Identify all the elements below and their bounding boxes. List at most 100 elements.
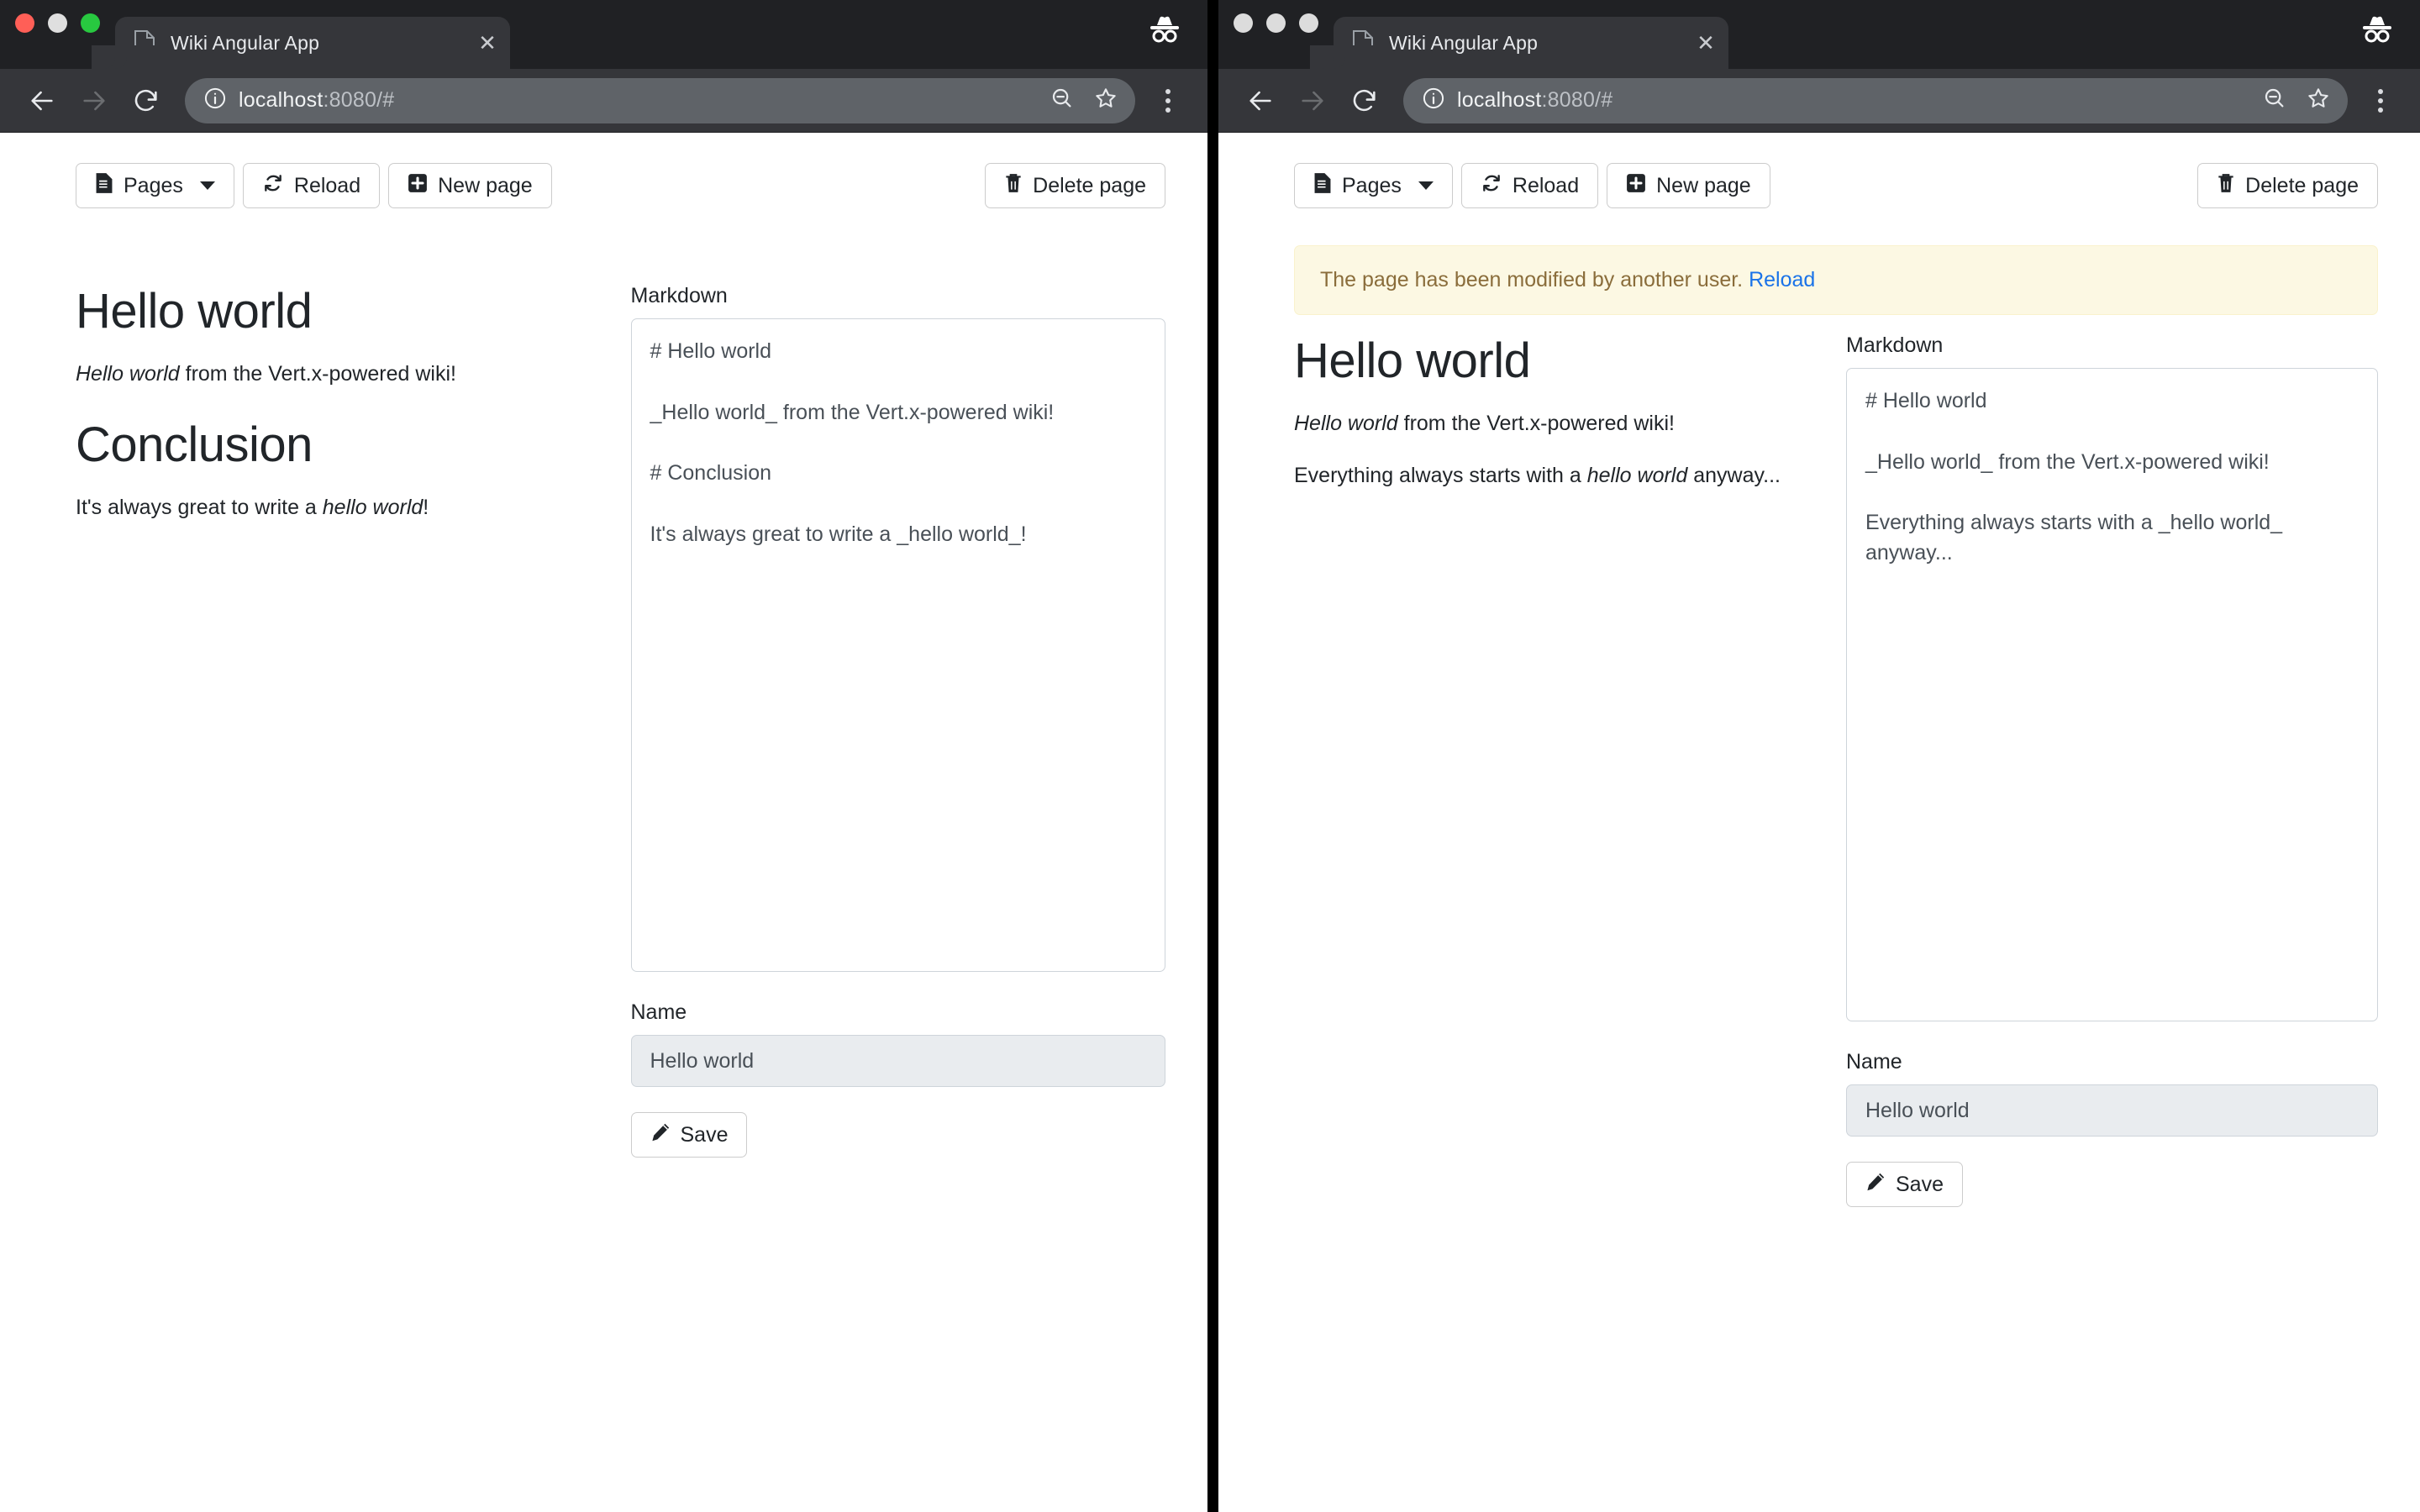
delete-page-button[interactable]: Delete page — [2197, 163, 2378, 208]
back-arrow-icon[interactable] — [18, 77, 66, 124]
refresh-icon — [262, 172, 284, 200]
delete-page-button[interactable]: Delete page — [985, 163, 1165, 208]
incognito-icon — [2358, 13, 2396, 47]
info-circle-icon[interactable] — [1422, 87, 1445, 114]
article-intro: Hello world from the Vert.x-powered wiki… — [1294, 408, 1826, 438]
maximize-window-button[interactable] — [1299, 13, 1318, 33]
window-controls-right[interactable] — [1234, 0, 1318, 69]
article-intro-rest: from the Vert.x-powered wiki! — [1397, 411, 1675, 435]
maximize-window-button[interactable] — [81, 13, 100, 33]
plus-square-icon — [408, 173, 428, 199]
article-intro-emphasis: Hello world — [1294, 411, 1398, 435]
save-button[interactable]: Save — [1846, 1162, 1963, 1207]
delete-page-label: Delete page — [2245, 173, 2359, 197]
app-toolbar-left: Pages Reload New page Delete page — [0, 163, 1207, 208]
browser-tab[interactable]: Wiki Angular App ✕ — [1310, 17, 1728, 69]
info-circle-icon[interactable] — [203, 87, 227, 114]
markdown-label: Markdown — [1846, 333, 1944, 357]
rendered-article-right: Hello world Hello world from the Vert.x-… — [1294, 333, 1826, 1207]
close-icon[interactable]: ✕ — [1695, 32, 1717, 54]
dual-browser-screenshot: Wiki Angular App ✕ localhost:8080/# Page… — [0, 0, 2420, 1512]
document-icon — [1352, 30, 1374, 55]
markdown-textarea[interactable]: # Hello world _Hello world_ from the Ver… — [630, 318, 1165, 972]
alert-reload-link[interactable]: Reload — [1749, 268, 1815, 291]
reload-icon[interactable] — [123, 77, 170, 124]
editor-panel-left: Markdown # Hello world _Hello world_ fro… — [630, 284, 1165, 1158]
minimize-window-button[interactable] — [48, 13, 67, 33]
reload-button[interactable]: Reload — [242, 163, 381, 208]
kebab-menu-icon[interactable] — [2360, 77, 2402, 124]
tab-strip-left: Wiki Angular App ✕ — [0, 0, 1207, 69]
article-section-title: Conclusion — [76, 417, 313, 472]
save-label: Save — [680, 1122, 729, 1147]
browser-window-left: Wiki Angular App ✕ localhost:8080/# Page… — [0, 0, 1207, 1512]
file-text-icon — [95, 172, 113, 200]
markdown-label: Markdown — [630, 284, 728, 307]
rendered-article-left: Hello world Hello world from the Vert.x-… — [76, 284, 611, 1158]
close-window-button[interactable] — [1234, 13, 1253, 33]
resize-grip-icon[interactable] — [1138, 946, 1160, 968]
article-outro-emphasis: hello world — [322, 495, 424, 519]
close-icon[interactable]: ✕ — [476, 32, 498, 54]
address-bar[interactable]: localhost:8080/# — [1403, 77, 2348, 123]
zoom-out-icon[interactable] — [2262, 86, 2287, 115]
window-controls-left[interactable] — [15, 0, 100, 69]
navigation-bar-left: localhost:8080/# — [0, 69, 1207, 133]
markdown-textarea[interactable]: # Hello world _Hello world_ from the Ver… — [1846, 368, 2378, 1021]
chevron-down-icon — [1418, 181, 1434, 190]
page-title: Hello world — [1294, 333, 1531, 388]
pages-dropdown-button[interactable]: Pages — [1294, 163, 1453, 208]
zoom-out-icon[interactable] — [1050, 86, 1075, 115]
plus-square-icon — [1626, 173, 1646, 199]
editor-panel-right: Markdown # Hello world _Hello world_ fro… — [1846, 333, 2378, 1207]
forward-arrow-icon — [71, 77, 118, 124]
tab-title: Wiki Angular App — [1389, 31, 1539, 54]
kebab-menu-icon[interactable] — [1147, 77, 1189, 124]
page-viewport-right: Pages Reload New page Delete page The pa… — [1218, 133, 2420, 1512]
trash-icon — [2217, 172, 2235, 200]
article-intro-emphasis: Hello world — [76, 361, 180, 386]
app-toolbar-right: Pages Reload New page Delete page — [1218, 163, 2420, 208]
back-arrow-icon[interactable] — [1237, 77, 1284, 124]
address-bar-url: localhost:8080/# — [1457, 88, 1613, 112]
reload-button[interactable]: Reload — [1460, 163, 1599, 208]
close-window-button[interactable] — [15, 13, 34, 33]
name-label: Name — [630, 1000, 687, 1024]
name-input[interactable]: Hello world — [1846, 1084, 2378, 1137]
tab-title: Wiki Angular App — [171, 31, 320, 54]
article-outro-post: ! — [423, 495, 429, 519]
reload-label: Reload — [1512, 173, 1580, 197]
name-label: Name — [1846, 1050, 1902, 1074]
forward-arrow-icon — [1289, 77, 1336, 124]
reload-icon[interactable] — [1341, 77, 1388, 124]
pages-label: Pages — [124, 173, 183, 197]
page-title: Hello world — [76, 284, 313, 339]
pages-dropdown-button[interactable]: Pages — [76, 163, 234, 208]
pages-label: Pages — [1342, 173, 1402, 197]
save-button[interactable]: Save — [630, 1112, 748, 1158]
file-text-icon — [1313, 172, 1332, 200]
resize-grip-icon[interactable] — [2350, 995, 2372, 1017]
article-intro-rest: from the Vert.x-powered wiki! — [179, 361, 456, 386]
chevron-down-icon — [199, 181, 215, 190]
alert-message: The page has been modified by another us… — [1320, 268, 1749, 291]
new-page-button[interactable]: New page — [1607, 163, 1770, 208]
save-label: Save — [1896, 1172, 1944, 1196]
address-bar[interactable]: localhost:8080/# — [185, 77, 1135, 123]
article-intro: Hello world from the Vert.x-powered wiki… — [76, 359, 611, 389]
star-icon[interactable] — [1093, 86, 1118, 115]
pencil-icon — [650, 1122, 671, 1148]
browser-tab[interactable]: Wiki Angular App ✕ — [92, 17, 510, 69]
star-icon[interactable] — [2306, 86, 2331, 115]
name-input[interactable]: Hello world — [630, 1035, 1165, 1087]
article-outro-emphasis: hello world — [1586, 463, 1688, 487]
page-modified-alert: The page has been modified by another us… — [1294, 245, 2378, 315]
trash-icon — [1004, 172, 1023, 200]
delete-page-label: Delete page — [1033, 173, 1146, 197]
minimize-window-button[interactable] — [1266, 13, 1286, 33]
new-page-button[interactable]: New page — [388, 163, 552, 208]
incognito-icon — [1145, 13, 1184, 47]
article-outro-pre: Everything always starts with a — [1294, 463, 1587, 487]
pencil-icon — [1865, 1172, 1886, 1198]
new-page-label: New page — [1656, 173, 1751, 197]
